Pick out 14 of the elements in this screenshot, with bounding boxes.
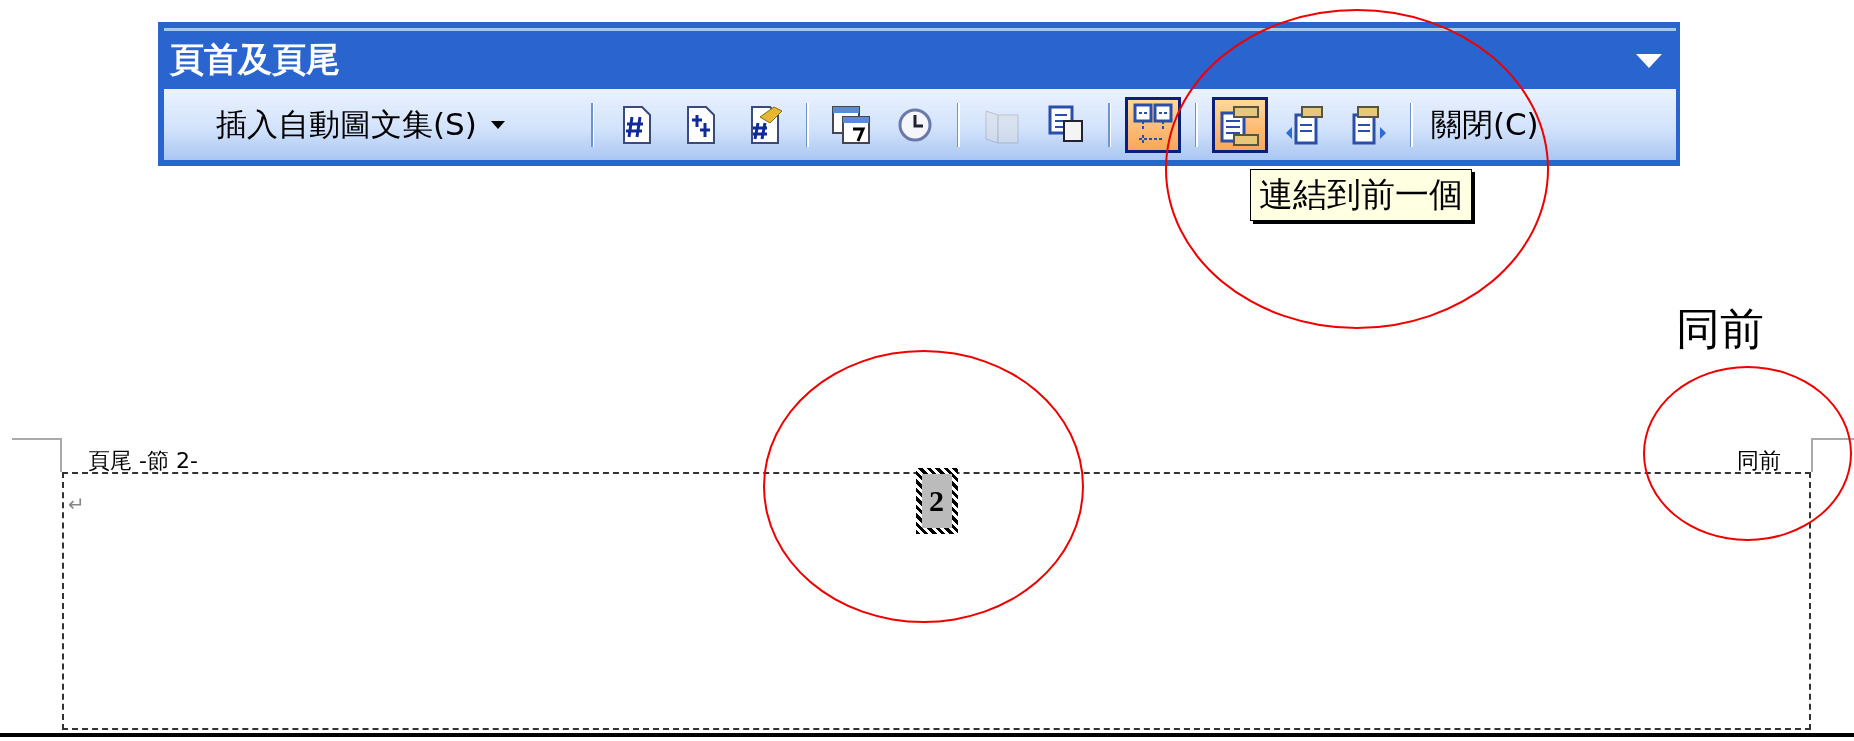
crop-mark <box>12 438 62 472</box>
crop-mark <box>1811 438 1854 472</box>
same-as-previous-label: 同前 <box>1737 450 1781 472</box>
link-to-previous-button[interactable] <box>1124 96 1181 153</box>
caret-icon <box>490 120 505 129</box>
tooltip: 連結到前一個 <box>1250 169 1472 221</box>
annotation-text: 同前 <box>1676 302 1764 356</box>
toolbar-title: 頁首及頁尾 <box>170 38 340 81</box>
switch-header-footer-button[interactable] <box>1211 96 1268 153</box>
autotext-dropdown[interactable]: 插入自動圖文集(S) <box>204 99 517 150</box>
toolbar-options-icon[interactable] <box>1636 52 1662 68</box>
close-button[interactable]: 關閉(C) <box>1426 99 1543 150</box>
footer-section-label: 頁尾 -節 2- <box>88 450 198 472</box>
paragraph-mark: ↵ <box>68 492 85 516</box>
